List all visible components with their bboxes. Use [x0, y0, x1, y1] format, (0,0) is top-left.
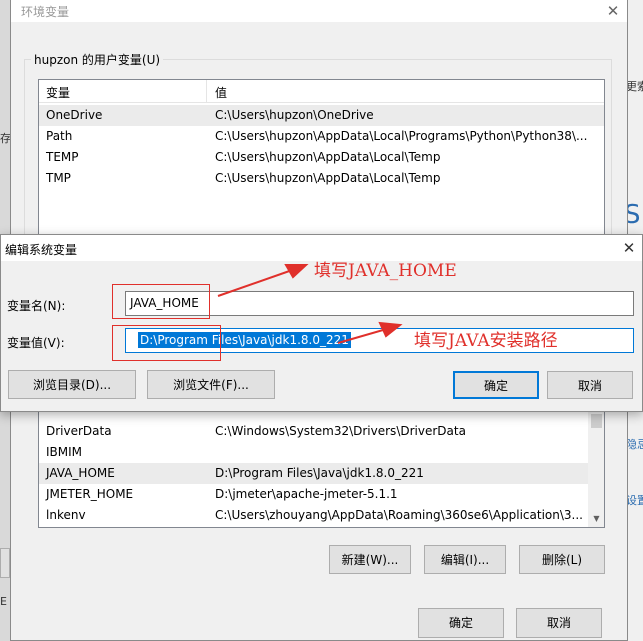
annotation-value-hint: 填写JAVA安装路径: [414, 331, 558, 351]
arrow-line-value: [337, 327, 391, 344]
arrow-head-name: [284, 264, 309, 279]
arrow-line-name: [217, 267, 299, 297]
arrow-head-value: [378, 321, 403, 338]
annotation-arrows: [217, 264, 403, 344]
annotation-name-hint: 填写JAVA_HOME: [314, 261, 457, 281]
